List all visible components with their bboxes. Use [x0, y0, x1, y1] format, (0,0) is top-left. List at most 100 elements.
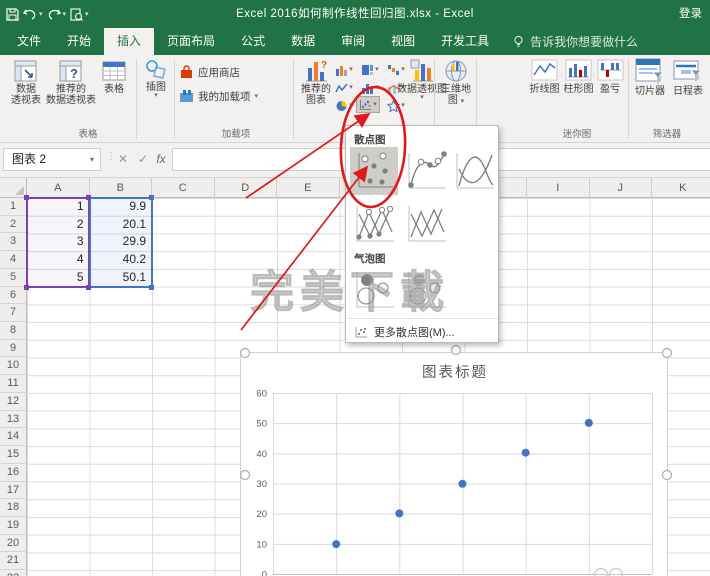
watermark: 完美下載: [250, 268, 450, 318]
menu-more-scatter-charts[interactable]: 更多散点图(M)...: [350, 323, 496, 341]
column-header-J[interactable]: J: [589, 178, 652, 198]
map-3d-icon: [445, 60, 467, 82]
sign-in-button[interactable]: 登录: [679, 0, 702, 28]
column-header-K[interactable]: K: [652, 178, 710, 198]
chart-y-tick-label: 20: [256, 509, 267, 520]
tab-developer[interactable]: 开发工具: [428, 28, 502, 55]
row-header-20[interactable]: 20: [0, 534, 27, 553]
tab-formulas[interactable]: 公式: [228, 28, 278, 55]
recommended-charts-button[interactable]: ? 推荐的 图表: [296, 58, 336, 106]
column-header-D[interactable]: D: [214, 178, 277, 198]
tab-home[interactable]: 开始: [54, 28, 104, 55]
column-header-C[interactable]: C: [152, 178, 215, 198]
recommended-charts-icon: ?: [306, 60, 327, 82]
tab-insert[interactable]: 插入: [104, 28, 155, 55]
row-header-1[interactable]: 1: [0, 198, 27, 216]
row-header-19[interactable]: 19: [0, 516, 27, 535]
map-3d-button[interactable]: 三维地图 ▾: [437, 58, 475, 106]
row-header-18[interactable]: 18: [0, 499, 27, 517]
pivot-table-button[interactable]: 数据 透视表: [6, 58, 46, 106]
insert-column-chart-button[interactable]: ▾: [332, 61, 356, 78]
chart-y-tick-label: 30: [256, 479, 267, 490]
group-label-tables: 表格: [78, 129, 98, 140]
pivot-chart-icon: [410, 59, 433, 82]
row-header-2[interactable]: 2: [0, 215, 27, 234]
sparkline-line-icon: [531, 59, 558, 81]
enter-icon[interactable]: ✓: [134, 148, 152, 171]
sparkline-winloss-icon: [597, 59, 623, 81]
cancel-icon[interactable]: ✕: [114, 148, 132, 171]
chart-data-point[interactable]: [521, 448, 530, 457]
column-header-B[interactable]: B: [89, 178, 152, 198]
row-header-11[interactable]: 11: [0, 375, 27, 393]
tab-data[interactable]: 数据: [278, 28, 328, 55]
chart-data-point[interactable]: [395, 509, 404, 518]
insert-function-icon[interactable]: fx: [152, 148, 170, 171]
timeline-icon: [673, 60, 702, 84]
column-header-E[interactable]: E: [277, 178, 340, 198]
menu-option-scatter[interactable]: [350, 147, 398, 195]
row-header-17[interactable]: 17: [0, 481, 27, 500]
row-header-12[interactable]: 12: [0, 392, 27, 411]
row-header-14[interactable]: 14: [0, 428, 27, 447]
row-header-7[interactable]: 7: [0, 304, 27, 323]
row-header-3[interactable]: 3: [0, 233, 27, 252]
sparkline-line-button[interactable]: 折线图: [528, 58, 561, 95]
range-fill-handle[interactable]: [149, 284, 154, 290]
insert-hierarchy-chart-button[interactable]: ▾: [358, 61, 382, 78]
range-fill-handle[interactable]: [24, 284, 29, 290]
group-label-addins: 加载项: [221, 129, 251, 140]
column-header-I[interactable]: I: [527, 178, 590, 198]
chart-data-point[interactable]: [458, 479, 467, 488]
timeline-button[interactable]: 日程表: [670, 58, 706, 97]
range-fill-handle[interactable]: [86, 284, 91, 290]
row-header-9[interactable]: 9: [0, 339, 27, 358]
chart-data-point[interactable]: [332, 540, 341, 549]
row-header-16[interactable]: 16: [0, 463, 27, 482]
row-header-6[interactable]: 6: [0, 286, 27, 305]
name-box[interactable]: 图表 2 ▾: [3, 148, 101, 171]
illustrations-button[interactable]: 插图 ▾: [139, 58, 173, 99]
row-header-4[interactable]: 4: [0, 251, 27, 269]
illustrations-icon: [146, 60, 166, 79]
row-header-8[interactable]: 8: [0, 322, 27, 340]
insert-statistic-chart-button[interactable]: ▾: [358, 79, 382, 96]
row-header-22[interactable]: 22: [0, 570, 27, 576]
range-fill-handle[interactable]: [149, 195, 154, 200]
name-box-dropdown-icon[interactable]: ▾: [90, 149, 94, 170]
tab-file[interactable]: 文件: [4, 28, 54, 55]
menu-option-scatter-smooth-markers[interactable]: [402, 147, 450, 195]
row-header-15[interactable]: 15: [0, 446, 27, 464]
slicer-button[interactable]: 切片器: [632, 58, 668, 97]
range-fill-handle[interactable]: [86, 195, 91, 200]
insert-scatter-chart-button[interactable]: ▾: [356, 96, 380, 113]
tab-review[interactable]: 审阅: [328, 28, 378, 55]
selected-range-categories: [26, 197, 90, 288]
tab-page-layout[interactable]: 页面布局: [154, 28, 228, 55]
insert-pie-chart-button[interactable]: ▾: [332, 97, 356, 114]
column-header-A[interactable]: A: [27, 178, 90, 198]
recommended-pivot-tables-button[interactable]: ? 推荐的 数据透视表: [46, 58, 96, 106]
group-separator: [136, 59, 137, 139]
row-header-13[interactable]: 13: [0, 410, 27, 429]
range-fill-handle[interactable]: [24, 195, 29, 200]
my-addins-button[interactable]: 我的加载项 ▾: [179, 89, 258, 104]
table-button[interactable]: 表格: [96, 58, 132, 95]
tab-view[interactable]: 视图: [378, 28, 428, 55]
chart-data-point[interactable]: [584, 418, 593, 427]
insert-line-chart-button[interactable]: ▾: [332, 79, 356, 96]
selected-range-values: [89, 197, 153, 288]
row-header-21[interactable]: 21: [0, 552, 27, 571]
menu-section-scatter: 散点图: [354, 134, 386, 146]
sparkline-winloss-button[interactable]: 盈亏: [596, 58, 624, 95]
sparkline-column-button[interactable]: 柱形图: [562, 58, 595, 95]
embedded-chart[interactable]: 图表标题 0 10 20 30 40 50 60: [240, 352, 668, 576]
tell-me-box[interactable]: 告诉我你想要做什么: [502, 28, 648, 55]
menu-option-scatter-smooth[interactable]: [450, 147, 498, 195]
menu-option-scatter-straight-markers[interactable]: [350, 200, 398, 248]
row-header-10[interactable]: 10: [0, 357, 27, 376]
menu-option-scatter-straight[interactable]: [402, 200, 450, 248]
store-button[interactable]: 应用商店: [179, 65, 240, 80]
row-header-5[interactable]: 5: [0, 268, 27, 287]
select-all-button[interactable]: [0, 178, 27, 198]
